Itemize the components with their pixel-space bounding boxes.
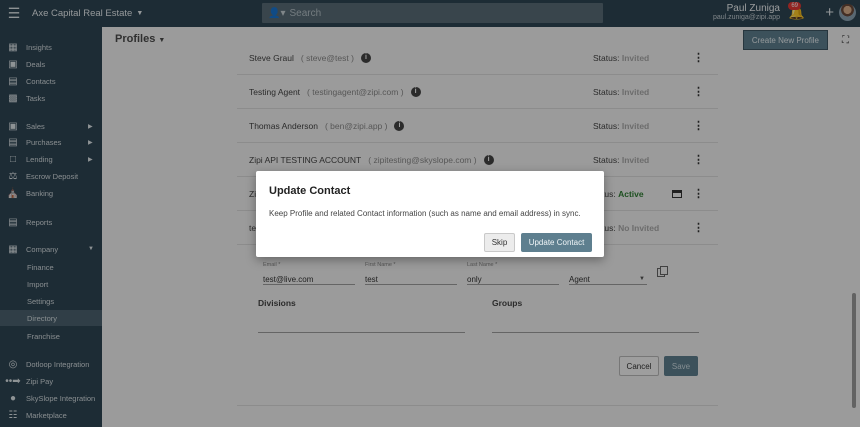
skip-button[interactable]: Skip [484, 233, 515, 252]
dialog-title: Update Contact [269, 185, 351, 197]
update-contact-dialog: Update Contact Keep Profile and related … [256, 171, 604, 257]
dialog-message: Keep Profile and related Contact informa… [269, 209, 581, 218]
update-contact-button[interactable]: Update Contact [521, 233, 592, 252]
